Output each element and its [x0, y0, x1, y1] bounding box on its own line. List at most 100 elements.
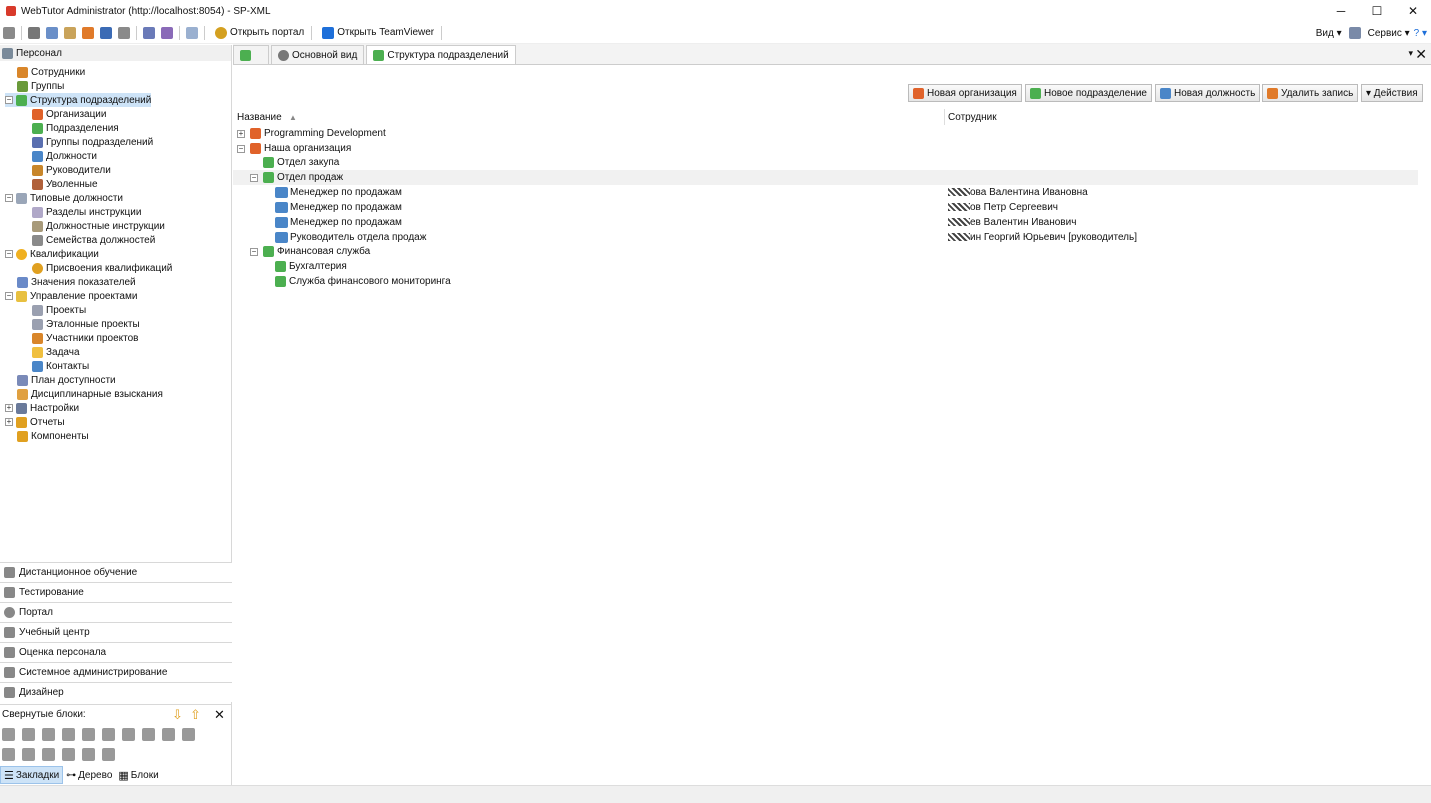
column-separator[interactable] [944, 109, 945, 125]
tab-main-view[interactable]: Основной вид [271, 45, 365, 64]
block-icon[interactable] [62, 727, 75, 741]
table-row[interactable]: Руководитель отдела продаж ин Георгий Юр… [233, 230, 1418, 245]
sidebar-item-reports[interactable]: + Отчеты [5, 415, 65, 429]
cut-icon[interactable] [28, 26, 40, 39]
sidebar-item-task[interactable]: Задача [32, 345, 80, 359]
window-icon[interactable] [143, 26, 155, 39]
table-row[interactable]: Менеджер по продажам ова Валентина Ивано… [233, 185, 1418, 200]
block-icon[interactable] [122, 727, 135, 741]
sidebar-item-employees[interactable]: Сотрудники [17, 65, 85, 79]
collapse-toggle[interactable]: − [5, 96, 13, 104]
table-row[interactable]: Служба финансового мониторинга [233, 274, 1418, 289]
table-row[interactable]: Отдел закупа [233, 155, 1418, 170]
maximize-button[interactable]: ☐ [1359, 0, 1395, 22]
actions-menu-button[interactable]: ▾ Действия [1361, 84, 1423, 102]
tab-structure[interactable]: Структура подразделений [366, 45, 516, 64]
sidebar-item-position-families[interactable]: Семейства должностей [32, 233, 155, 247]
sidebar-item-positions[interactable]: Должности [32, 149, 97, 163]
category-system-admin[interactable]: Системное администрирование [0, 662, 232, 682]
arrow-up-icon[interactable]: ⇧ [190, 707, 201, 723]
properties-icon[interactable] [118, 26, 130, 39]
block-icon[interactable] [162, 727, 175, 741]
expand-toggle[interactable]: + [5, 404, 13, 412]
arrow-down-icon[interactable]: ⇩ [172, 707, 183, 723]
column-header-name[interactable]: Название [237, 112, 282, 123]
sidebar-header[interactable]: Персонал [0, 45, 231, 61]
category-distance-learning[interactable]: Дистанционное обучение [0, 562, 232, 582]
open-portal-button[interactable]: Открыть портал [212, 26, 304, 39]
copy-icon[interactable] [46, 26, 58, 39]
sidebar-item-organizations[interactable]: Организации [32, 107, 106, 121]
close-tab-icon[interactable]: ✕ [1415, 46, 1427, 63]
paste-icon[interactable] [64, 26, 76, 39]
close-icon[interactable]: ✕ [214, 707, 225, 723]
sidebar-item-contacts[interactable]: Контакты [32, 359, 89, 373]
sidebar-item-subdivisions[interactable]: Подразделения [32, 121, 119, 135]
table-row[interactable]: − Отдел продаж [233, 170, 1418, 185]
minimize-button[interactable]: ─ [1323, 0, 1359, 22]
sidebar-item-reference-projects[interactable]: Эталонные проекты [32, 317, 140, 331]
sidebar-item-settings[interactable]: + Настройки [5, 401, 79, 415]
sidebar-item-typical-positions[interactable]: − Типовые должности [5, 191, 123, 205]
tab-menu-icon[interactable]: ▾ [1408, 48, 1413, 59]
windows-icon[interactable] [161, 26, 173, 39]
undo-icon[interactable] [100, 26, 112, 39]
collapse-toggle[interactable]: − [5, 194, 13, 202]
view-tab-tree[interactable]: ⊶ Дерево [63, 766, 115, 784]
sidebar-item-availability-plan[interactable]: План доступности [17, 373, 116, 387]
table-row[interactable]: − Финансовая служба [233, 244, 1418, 259]
sidebar-item-dismissed[interactable]: Уволенные [32, 177, 98, 191]
table-row[interactable]: Менеджер по продажам ев Валентин Иванови… [233, 215, 1418, 230]
table-row[interactable]: Бухгалтерия [233, 259, 1418, 274]
open-teamviewer-button[interactable]: Открыть TeamViewer [319, 26, 434, 39]
block-icon[interactable] [142, 727, 155, 741]
block-icon[interactable] [102, 747, 115, 761]
category-testing[interactable]: Тестирование [0, 582, 232, 602]
sidebar-item-job-instructions[interactable]: Должностные инструкции [32, 219, 165, 233]
delete-icon[interactable] [82, 26, 94, 39]
expand-toggle[interactable]: + [5, 418, 13, 426]
service-menu[interactable]: Сервис ▾ [1368, 28, 1410, 39]
block-icon[interactable] [42, 747, 55, 761]
block-icon[interactable] [182, 727, 195, 741]
category-designer[interactable]: Дизайнер [0, 682, 232, 702]
block-icon[interactable] [22, 747, 35, 761]
block-icon[interactable] [2, 727, 15, 741]
sidebar-item-groups[interactable]: Группы [17, 79, 64, 93]
sidebar-item-components[interactable]: Компоненты [17, 429, 89, 443]
view-tab-blocks[interactable]: ▦ Блоки [115, 766, 161, 784]
close-window-button[interactable]: ✕ [1395, 0, 1431, 22]
block-icon[interactable] [62, 747, 75, 761]
table-row[interactable]: + Programming Development [233, 126, 1418, 141]
column-header-employee[interactable]: Сотрудник [948, 112, 997, 123]
sidebar-item-qualifications[interactable]: − Квалификации [5, 247, 99, 261]
table-row[interactable]: − Наша организация [233, 141, 1418, 156]
help-menu[interactable]: ? ▾ [1414, 28, 1427, 39]
sidebar-item-indicator-values[interactable]: Значения показателей [17, 275, 136, 289]
sidebar-item-instruction-sections[interactable]: Разделы инструкции [32, 205, 141, 219]
table-row[interactable]: Менеджер по продажам ов Петр Сергеевич [233, 200, 1418, 215]
collapse-toggle[interactable]: − [5, 292, 13, 300]
refresh-icon[interactable] [186, 26, 198, 39]
category-training-center[interactable]: Учебный центр [0, 622, 232, 642]
tab-back[interactable] [233, 45, 269, 64]
delete-record-button[interactable]: Удалить запись [1262, 84, 1359, 102]
category-portal[interactable]: Портал [0, 602, 232, 622]
block-icon[interactable] [82, 727, 95, 741]
block-icon[interactable] [82, 747, 95, 761]
expand-toggle[interactable]: + [237, 129, 245, 138]
sidebar-item-projects[interactable]: Проекты [32, 303, 86, 317]
block-icon[interactable] [2, 747, 15, 761]
new-organization-button[interactable]: Новая организация [908, 84, 1022, 102]
block-icon[interactable] [22, 727, 35, 741]
collapse-toggle[interactable]: − [237, 144, 245, 153]
collapse-toggle[interactable]: − [250, 247, 258, 256]
view-menu[interactable]: Вид ▾ [1316, 28, 1342, 39]
sidebar-item-structure[interactable]: − Структура подразделений [5, 93, 152, 107]
sidebar-item-managers[interactable]: Руководители [32, 163, 111, 177]
sidebar-item-disciplinary[interactable]: Дисциплинарные взыскания [17, 387, 163, 401]
block-icon[interactable] [42, 727, 55, 741]
category-personnel-assessment[interactable]: Оценка персонала [0, 642, 232, 662]
collapse-toggle[interactable]: − [5, 250, 13, 258]
block-icon[interactable] [102, 727, 115, 741]
